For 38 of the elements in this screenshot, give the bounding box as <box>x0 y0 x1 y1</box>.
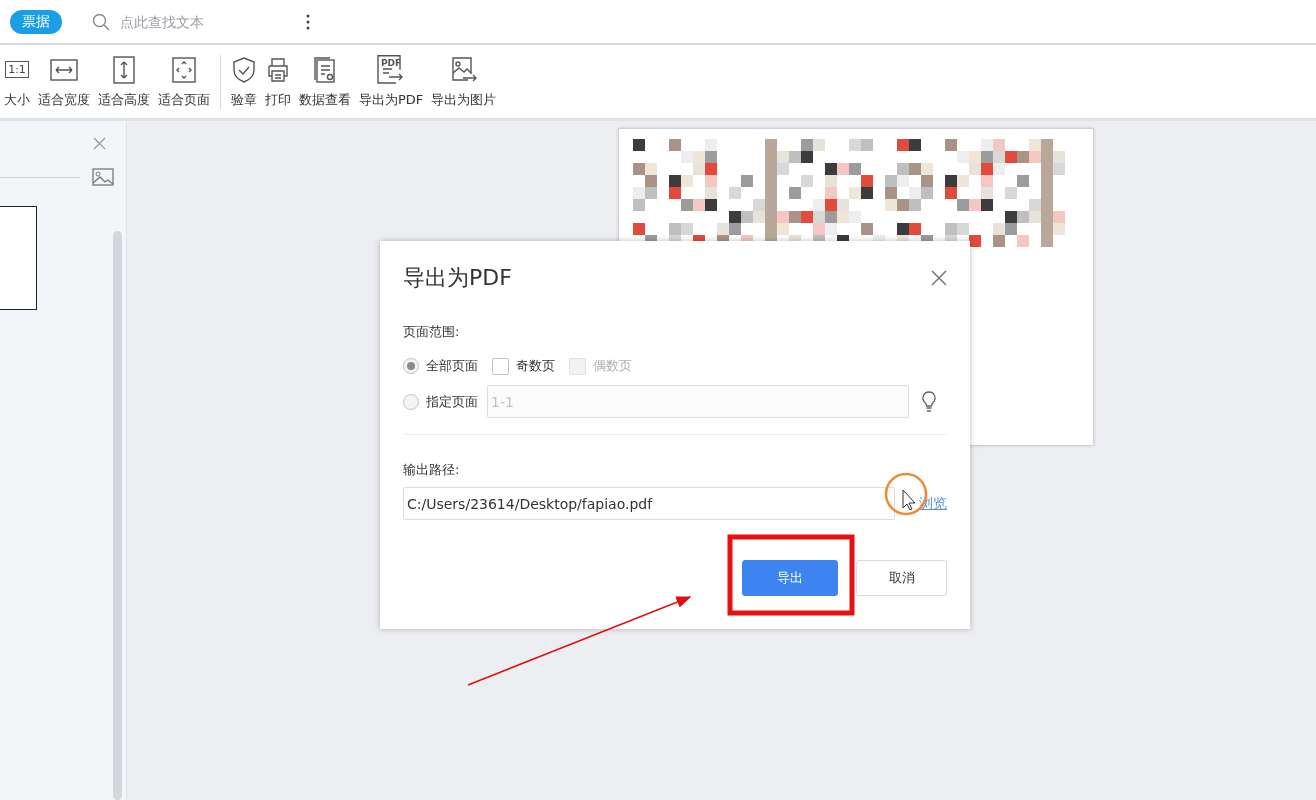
toolbar-button[interactable]: 打印 <box>261 54 295 109</box>
checkbox[interactable] <box>492 357 509 375</box>
toolbar-button[interactable]: 导出为图片 <box>427 54 501 109</box>
page-thumbnail[interactable] <box>0 206 37 310</box>
toolbar-button[interactable]: 适合高度 <box>94 54 154 109</box>
toolbar-button[interactable]: 数据查看 <box>295 54 355 109</box>
option-label: 指定页面 <box>426 392 478 411</box>
shield-check-icon <box>231 55 257 84</box>
actual-size-icon: 1:1 <box>5 61 29 78</box>
lightbulb-icon[interactable] <box>921 390 937 413</box>
scrollbar[interactable] <box>113 231 122 800</box>
option-label: 全部页面 <box>426 357 478 375</box>
close-icon[interactable] <box>931 270 947 286</box>
search-icon <box>92 12 110 31</box>
option-label: 奇数页 <box>516 357 555 375</box>
export-button[interactable]: 导出 <box>742 560 838 596</box>
output-path-field[interactable]: C:/Users/23614/Desktop/fapiao.pdf <box>403 487 895 520</box>
toolbar-button[interactable]: 适合页面 <box>154 54 214 109</box>
toolbar-button[interactable]: 1:1 大小 <box>0 54 34 109</box>
close-icon[interactable] <box>93 137 106 150</box>
image-export-icon <box>449 55 478 84</box>
section-label: 输出路径: <box>403 462 460 477</box>
document-search-icon <box>312 55 338 84</box>
fit-page-icon <box>172 56 196 83</box>
radio-button[interactable] <box>403 393 419 410</box>
cursor-icon <box>902 489 916 511</box>
fit-width-icon <box>50 58 78 81</box>
image-icon[interactable] <box>92 168 114 186</box>
cancel-button[interactable]: 取消 <box>856 560 947 596</box>
dialog-title: 导出为PDF <box>403 264 512 292</box>
printer-icon <box>265 56 291 83</box>
toolbar-button[interactable]: 适合宽度 <box>34 54 94 109</box>
section-label: 页面范围: <box>403 324 460 339</box>
more-icon[interactable] <box>306 13 310 30</box>
fit-height-icon <box>113 55 135 84</box>
radio-button[interactable] <box>403 358 419 374</box>
toolbar-button[interactable]: 验章 <box>227 54 261 109</box>
option-label: 偶数页 <box>593 357 632 375</box>
